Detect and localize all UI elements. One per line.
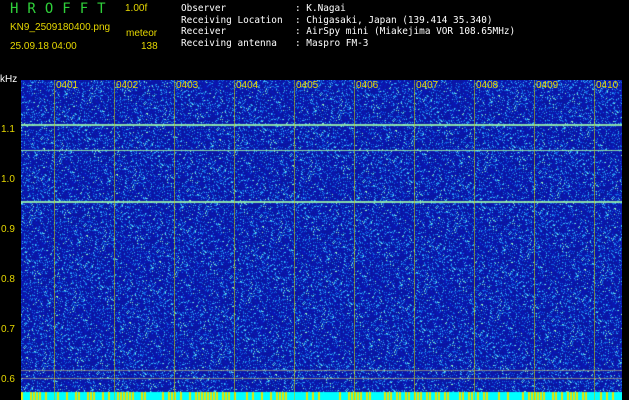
app-title: HROFFT	[10, 1, 115, 17]
spectrogram-canvas	[21, 80, 622, 400]
time-gridline	[354, 80, 355, 400]
version-label: 1.00f	[125, 3, 148, 14]
info-label: Receiving Location	[181, 14, 283, 26]
y-tick-label: 1.1	[1, 124, 15, 135]
time-gridline	[594, 80, 595, 400]
x-tick-label: 0409	[536, 80, 559, 91]
time-gridline	[114, 80, 115, 400]
x-tick-label: 0406	[356, 80, 379, 91]
x-tick-label: 0404	[236, 80, 259, 91]
time-gridline	[534, 80, 535, 400]
info-row-location: Receiving Location: Chigasaki, Japan (13…	[181, 14, 493, 26]
x-tick-label: 0401	[56, 80, 79, 91]
info-value: Chigasaki, Japan (139.414 35.340)	[306, 14, 493, 26]
observation-info: Observer: K.Nagai Receiving Location: Ch…	[181, 3, 515, 49]
x-tick-label: 0405	[296, 80, 319, 91]
meteor-label: meteor	[126, 28, 158, 39]
x-tick-label: 0402	[116, 80, 139, 91]
time-gridline	[474, 80, 475, 400]
info-value: K.Nagai	[306, 3, 346, 14]
time-gridline	[174, 80, 175, 400]
datetime-label: 25.09.18 04:00	[10, 41, 77, 52]
info-value: AirSpy mini (Miakejima VOR 108.65MHz)	[306, 26, 516, 37]
x-tick-label: 0407	[416, 80, 439, 91]
x-tick-label: 0410	[596, 80, 619, 91]
info-label: Receiver	[181, 26, 227, 37]
y-tick-label: 0.7	[1, 324, 15, 335]
time-gridline	[54, 80, 55, 400]
y-tick-label: 0.9	[1, 224, 15, 235]
meteor-count: 138	[141, 41, 158, 52]
y-tick-label: 0.6	[1, 374, 15, 385]
x-tick-label: 0403	[176, 80, 199, 91]
info-row-observer: Observer: K.Nagai	[181, 3, 346, 14]
y-tick-label: 1.0	[1, 174, 15, 185]
time-gridline	[234, 80, 235, 400]
info-row-receiver: Receiver: AirSpy mini (Miakejima VOR 108…	[181, 26, 516, 37]
y-axis-unit: kHz	[0, 74, 18, 85]
info-label: Observer	[181, 3, 227, 14]
time-gridline	[414, 80, 415, 400]
info-label: Receiving antenna	[181, 37, 277, 49]
time-gridline	[294, 80, 295, 400]
x-tick-label: 0408	[476, 80, 499, 91]
filename-label: KN9_2509180400.png	[10, 22, 111, 33]
info-value: Maspro FM-3	[306, 37, 369, 49]
y-tick-label: 0.8	[1, 274, 15, 285]
header-panel: HROFFT 1.00f KN9_2509180400.png meteor 2…	[0, 0, 629, 82]
info-row-antenna: Receiving antenna: Maspro FM-3	[181, 37, 369, 49]
